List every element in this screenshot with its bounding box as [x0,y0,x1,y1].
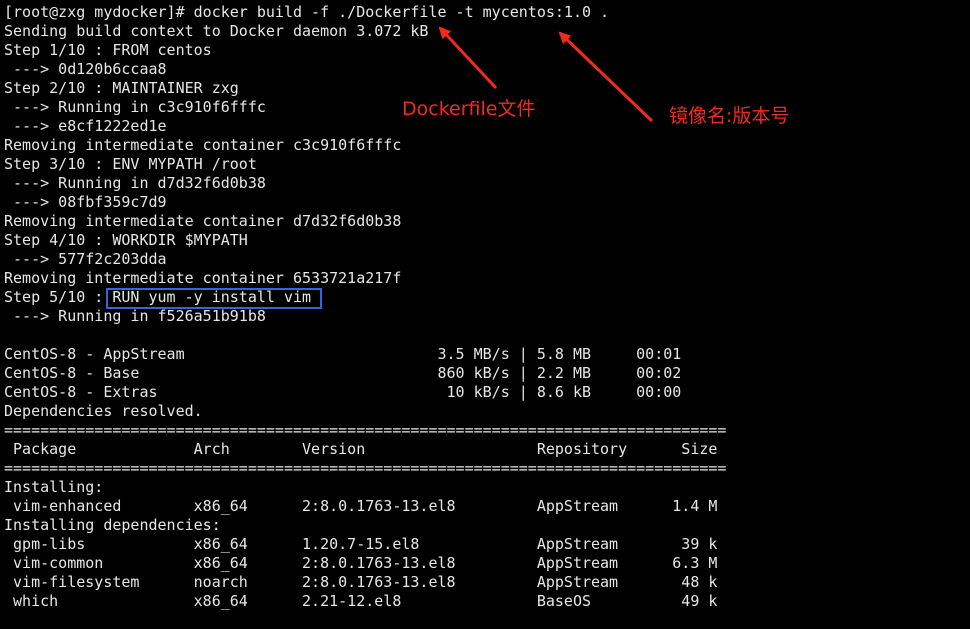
terminal-line: Step 4/10 : WORKDIR $MYPATH [4,231,248,249]
table-header-row: Package Arch Version Repository Size [4,440,718,458]
terminal-window[interactable]: [root@zxg mydocker]# docker build -f ./D… [0,0,970,629]
terminal-line: ---> 0d120b6ccaa8 [4,60,167,78]
section-label: Installing dependencies: [4,516,221,534]
terminal-line: ---> Running in d7d32f6d0b38 [4,174,266,192]
repo-status-line: CentOS-8 - AppStream 3.5 MB/s | 5.8 MB 0… [4,345,682,363]
terminal-line: ---> 08fbf359c7d9 [4,193,167,211]
table-row: vim-enhanced x86_64 2:8.0.1763-13.el8 Ap… [4,497,718,515]
terminal-line: ---> Running in f526a51b91b8 [4,307,266,325]
terminal-line: ---> e8cf1222ed1e [4,117,167,135]
repo-status-line: CentOS-8 - Base 860 kB/s | 2.2 MB 00:02 [4,364,682,382]
repo-status-line: CentOS-8 - Extras 10 kB/s | 8.6 kB 00:00 [4,383,682,401]
table-row: vim-common x86_64 2:8.0.1763-13.el8 AppS… [4,554,718,572]
table-row: gpm-libs x86_64 1.20.7-15.el8 AppStream … [4,535,718,553]
terminal-line: Removing intermediate container c3c910f6… [4,136,402,154]
section-label: Installing: [4,478,104,496]
terminal-line: Removing intermediate container d7d32f6d… [4,212,402,230]
terminal-line: Step 3/10 : ENV MYPATH /root [4,155,257,173]
terminal-line-prompt: [root@zxg mydocker]# docker build -f ./D… [4,3,610,21]
terminal-line: Sending build context to Docker daemon 3… [4,22,429,40]
terminal-line: Dependencies resolved. [4,402,203,420]
table-divider: ========================================… [4,421,727,439]
table-divider: ========================================… [4,459,727,477]
dockerfile-annotation-label: Dockerfile文件 [402,98,536,120]
highlight-box [106,288,322,309]
terminal-line: Step 1/10 : FROM centos [4,41,212,59]
terminal-line: ---> Running in c3c910f6fffc [4,98,266,116]
terminal-line: Removing intermediate container 6533721a… [4,269,402,287]
dockerfile-arrow [438,26,498,90]
table-row: which x86_64 2.21-12.el8 BaseOS 49 k [4,592,718,610]
terminal-line: ---> 577f2c203dda [4,250,167,268]
terminal-line: Step 2/10 : MAINTAINER zxg [4,79,239,97]
image-tag-arrow [558,31,654,123]
table-row: vim-filesystem noarch 2:8.0.1763-13.el8 … [4,573,718,591]
image-tag-annotation-label: 镜像名:版本号 [669,105,790,127]
